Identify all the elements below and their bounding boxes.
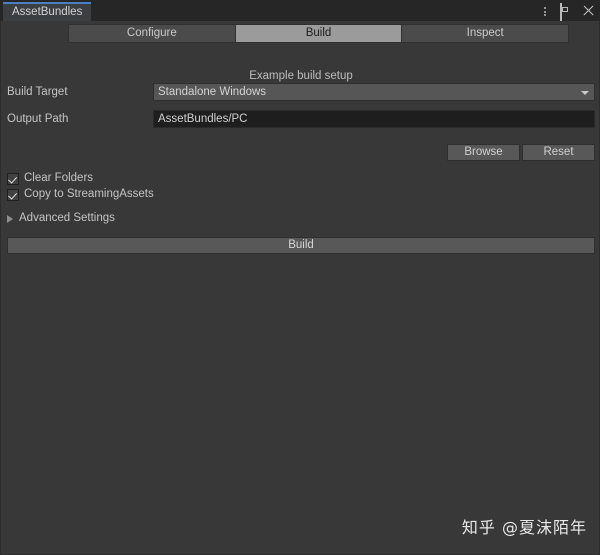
- copy-to-streamingassets-toggle[interactable]: Copy to StreamingAssets: [7, 187, 154, 203]
- browse-button-label: Browse: [464, 145, 503, 158]
- build-target-label: Build Target: [7, 86, 68, 98]
- build-target-row: Build Target Standalone Windows: [1, 83, 600, 101]
- clear-folders-checkbox[interactable]: [7, 173, 19, 185]
- tab-build[interactable]: Build: [234, 24, 402, 43]
- copy-to-streamingassets-label: Copy to StreamingAssets: [24, 188, 154, 201]
- output-path-label: Output Path: [7, 113, 69, 125]
- tab-configure[interactable]: Configure: [68, 24, 235, 43]
- output-path-value: AssetBundles/PC: [158, 113, 248, 125]
- build-setup-caption: Example build setup: [249, 70, 353, 82]
- tab-inspect[interactable]: Inspect: [401, 24, 570, 43]
- assetbundles-window: AssetBundles Configure Build Inspect Exa…: [0, 0, 600, 555]
- tab-configure-label: Configure: [126, 26, 177, 39]
- build-button-label: Build: [288, 238, 314, 251]
- output-path-input[interactable]: AssetBundles/PC: [153, 110, 595, 128]
- window-content: Configure Build Inspect Example build se…: [0, 21, 600, 555]
- tab-build-label: Build: [305, 26, 332, 39]
- titlebar: AssetBundles: [0, 0, 600, 22]
- window-controls: [538, 0, 595, 22]
- path-button-group: Browse Reset: [447, 144, 595, 161]
- tab-inspect-label: Inspect: [466, 26, 504, 39]
- output-path-row: Output Path AssetBundles/PC: [1, 110, 600, 128]
- build-target-dropdown[interactable]: Standalone Windows: [153, 83, 595, 101]
- maximize-icon[interactable]: [560, 3, 573, 22]
- kebab-menu-icon[interactable]: [538, 4, 551, 17]
- watermark: 知乎 @夏沫陌年: [461, 518, 587, 537]
- mode-tab-bar: Configure Build Inspect: [68, 24, 570, 43]
- build-target-value: Standalone Windows: [158, 86, 267, 98]
- dock-tab-label: AssetBundles: [12, 5, 83, 18]
- browse-button[interactable]: Browse: [447, 144, 520, 161]
- build-button[interactable]: Build: [7, 237, 595, 254]
- reset-button[interactable]: Reset: [522, 144, 595, 161]
- reset-button-label: Reset: [543, 145, 574, 158]
- empty-content-area: [2, 259, 599, 553]
- triangle-right-icon: [7, 215, 13, 223]
- advanced-settings-foldout[interactable]: Advanced Settings: [7, 211, 115, 227]
- copy-to-streamingassets-checkbox[interactable]: [7, 189, 19, 201]
- close-icon[interactable]: [582, 4, 595, 17]
- dock-tab-assetbundles[interactable]: AssetBundles: [3, 2, 92, 21]
- clear-folders-label: Clear Folders: [24, 172, 94, 185]
- advanced-settings-label: Advanced Settings: [19, 212, 115, 225]
- clear-folders-toggle[interactable]: Clear Folders: [7, 171, 93, 187]
- chevron-down-icon: [581, 91, 589, 95]
